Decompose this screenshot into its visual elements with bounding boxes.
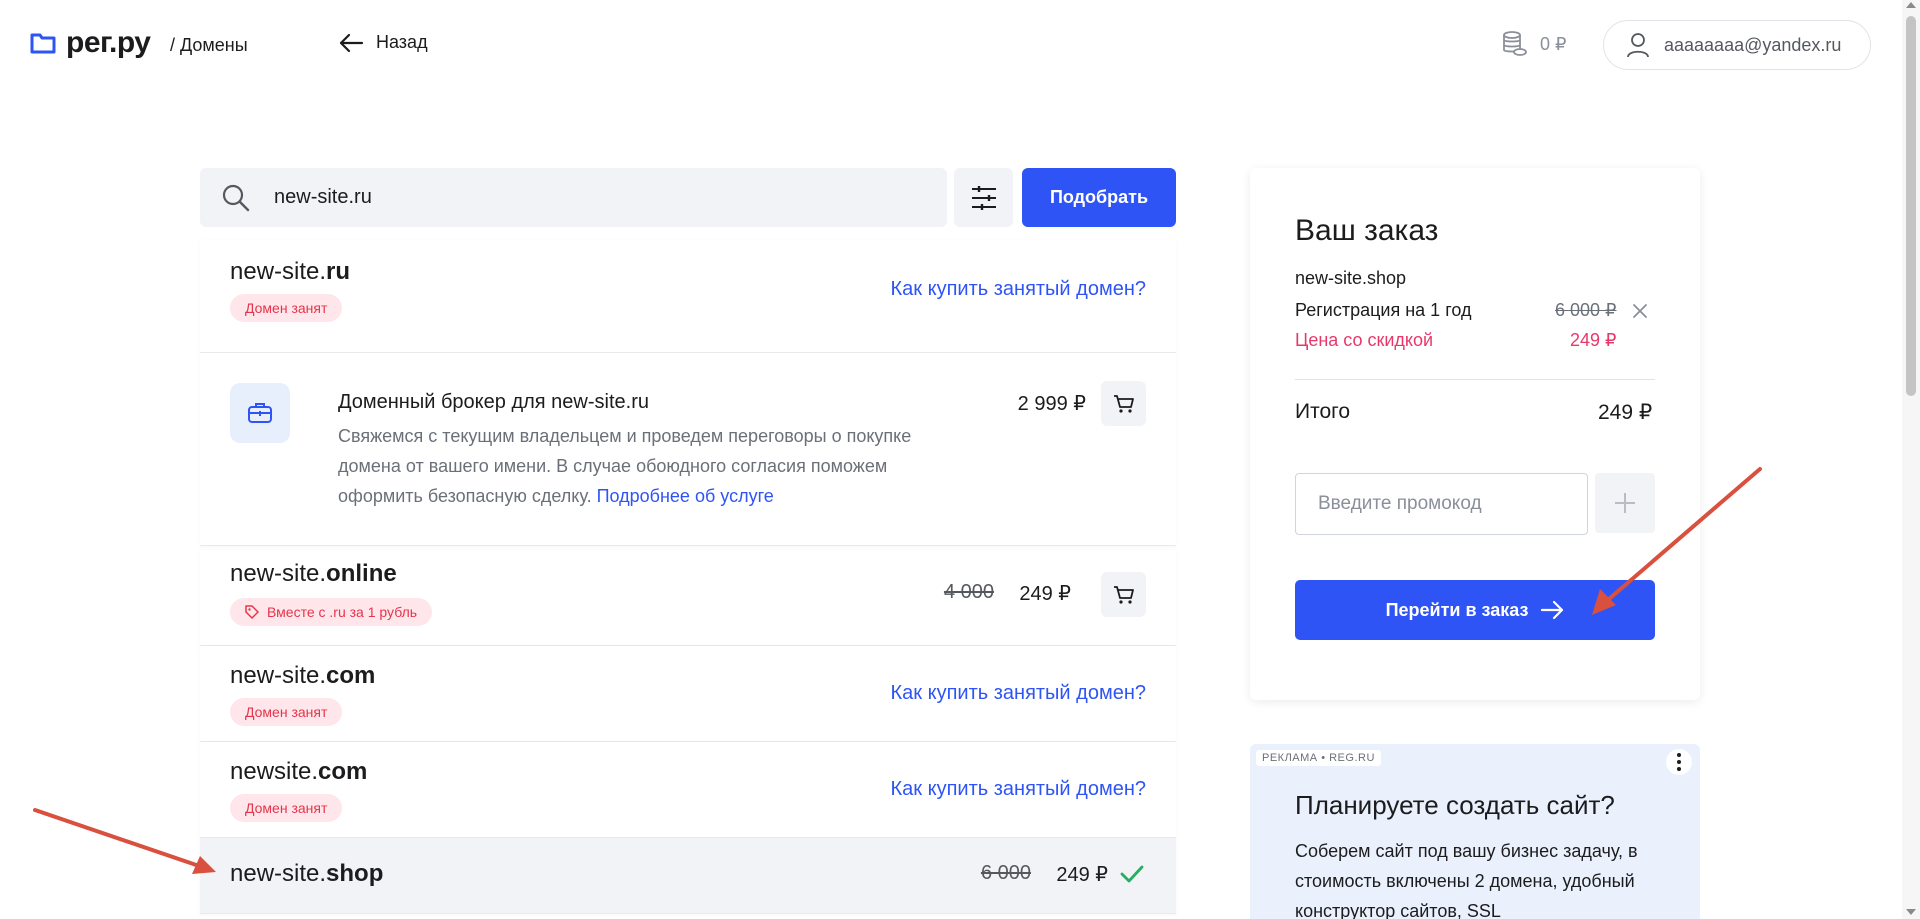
search-bar [200,168,947,227]
header: рег.ру / Домены Назад 0 ₽ aaaaaaaa@yande… [0,0,1920,90]
old-price: 4 000 [943,581,994,603]
filter-button[interactable] [954,168,1013,227]
user-icon [1627,33,1649,58]
broker-row: Доменный брокер для new-site.ru Свяжемся… [200,353,1176,546]
domain-name: new-site.shop [230,860,384,887]
close-icon[interactable] [1632,303,1648,319]
domain-name: new-site.com [230,662,376,689]
ad-title: Планируете создать сайт? [1295,790,1615,820]
promo-badge: Вместе с .ru за 1 рубль [230,598,433,626]
taken-badge: Домен занят [230,794,343,822]
briefcase-icon [248,403,272,423]
scroll-thumb[interactable] [1906,16,1916,396]
registration-old-price: 6 000 ₽ [1555,300,1617,320]
pick-button[interactable]: Подобрать [1022,168,1176,227]
order-panel: Ваш заказ new-site.shop Регистрация на 1… [1250,168,1700,700]
more-options-icon[interactable] [1666,749,1692,775]
account-email: aaaaaaaa@yandex.ru [1664,34,1842,55]
more-about-service-link[interactable]: Подробнее об услуге [597,486,774,506]
domain-name: new-site.ru [230,258,351,285]
logo[interactable]: рег.ру [30,26,151,60]
order-title: Ваш заказ [1295,214,1439,247]
check-icon [1120,865,1144,883]
domain-row-new-site-shop[interactable]: new-site.shop 6 000 249 ₽ [200,838,1176,914]
how-to-buy-link[interactable]: Как купить занятый домен? [891,682,1146,705]
broker-icon-box [230,383,290,443]
total-value: 249 ₽ [1598,401,1653,424]
ad-card[interactable]: РЕКЛАМА • REG.RU Планируете создать сайт… [1250,744,1700,919]
tag-icon [245,605,259,619]
search-input[interactable] [274,186,874,209]
cart-icon [1113,585,1134,604]
plus-icon [1615,493,1635,513]
balance-value: 0 ₽ [1540,33,1567,54]
price: 249 ₽ [1019,583,1071,605]
ad-text: Соберем сайт под вашу бизнес задачу, в с… [1295,841,1638,919]
page-scrollbar[interactable] [1902,0,1920,919]
divider [1295,379,1655,380]
how-to-buy-link[interactable]: Как купить занятый домен? [891,778,1146,801]
registration-label: Регистрация на 1 год [1295,300,1472,320]
arrow-right-icon [1541,600,1564,620]
online-cart-button[interactable] [1101,572,1146,617]
old-price: 6 000 [980,862,1031,884]
folder-icon [30,33,56,54]
taken-badge: Домен занят [230,294,343,322]
total-label: Итого [1295,400,1351,423]
broker-cart-button[interactable] [1101,381,1146,426]
checkout-button[interactable]: Перейти в заказ [1295,580,1655,640]
coins-icon [1503,31,1527,56]
breadcrumb[interactable]: / Домены [170,35,248,56]
logo-text: рег.ру [66,26,151,59]
back-button[interactable]: Назад [338,32,428,53]
domain-row-newsite-com: newsite.com Домен занят Как купить занят… [200,742,1176,838]
broker-price: 2 999 ₽ [1017,393,1086,415]
sliders-icon [971,185,996,210]
account-button[interactable]: aaaaaaaa@yandex.ru [1603,20,1871,70]
domain-name: new-site.online [230,560,397,587]
scroll-up-arrow-icon[interactable] [1906,2,1916,8]
domain-row-new-site-ru: new-site.ru Домен занят Как купить занят… [200,240,1176,353]
search-icon [222,184,250,211]
promo-code-input[interactable] [1295,473,1588,535]
broker-title: Доменный брокер для new-site.ru [338,391,649,413]
discount-label: Цена со скидкой [1295,330,1434,350]
arrow-left-icon [339,33,364,52]
broker-description: Свяжемся с текущим владельцем и проведем… [338,426,912,506]
taken-badge: Домен занят [230,698,343,726]
domain-results: new-site.ru Домен занят Как купить занят… [200,240,1176,914]
balance[interactable]: 0 ₽ [1500,30,1566,58]
domain-row-new-site-online: new-site.online Вместе с .ru за 1 рубль … [200,550,1176,646]
back-label: Назад [376,32,428,52]
checkout-label: Перейти в заказ [1385,599,1529,620]
apply-promo-button[interactable] [1595,473,1655,533]
scroll-down-arrow-icon[interactable] [1906,909,1916,915]
order-domain: new-site.shop [1295,268,1407,288]
domain-name: newsite.com [230,758,368,785]
discount-price: 249 ₽ [1570,330,1617,350]
domain-row-new-site-com: new-site.com Домен занят Как купить заня… [200,646,1176,742]
ad-label: РЕКЛАМА • REG.RU [1256,750,1381,766]
how-to-buy-link[interactable]: Как купить занятый домен? [891,278,1146,301]
cart-icon [1113,394,1134,413]
price: 249 ₽ [1056,864,1108,886]
